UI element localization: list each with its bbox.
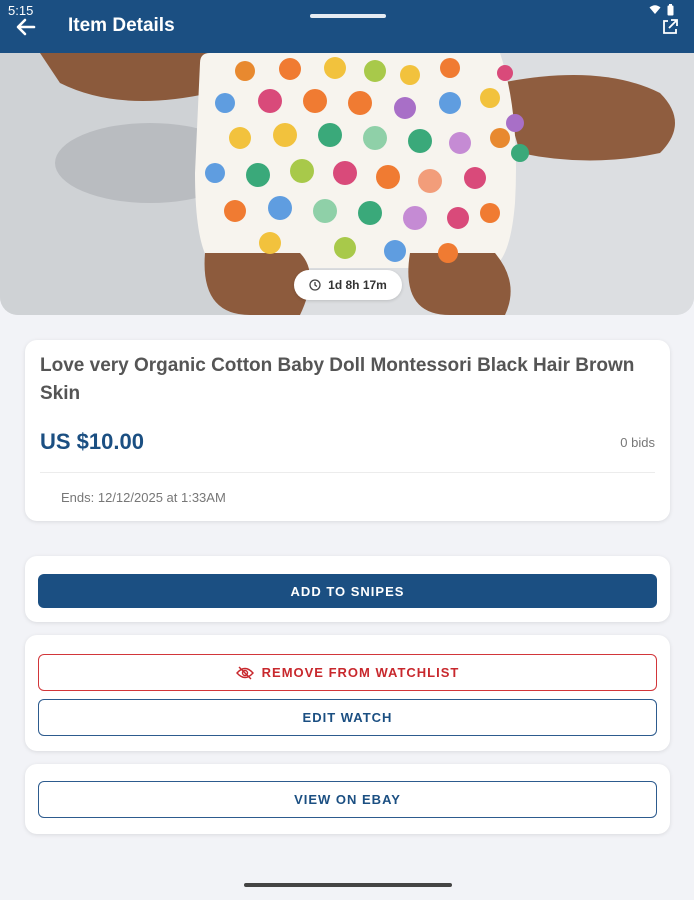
arrow-left-icon	[16, 18, 36, 36]
watch-card: REMOVE FROM WATCHLIST EDIT WATCH	[25, 635, 670, 751]
divider	[40, 472, 655, 473]
ebay-card: VIEW ON EBAY	[25, 764, 670, 834]
item-title: Love very Organic Cotton Baby Doll Monte…	[40, 355, 635, 404]
add-to-snipes-label: ADD TO SNIPES	[290, 583, 405, 599]
app-bar: 5:15 Item Details	[0, 0, 694, 53]
status-icons	[649, 4, 674, 16]
item-price: US $10.00	[40, 429, 144, 454]
time-left-text: 1d 8h 17m	[328, 278, 387, 292]
view-on-ebay-button[interactable]: VIEW ON EBAY	[38, 781, 657, 818]
edit-watch-label: EDIT WATCH	[302, 710, 393, 725]
page-title: Item Details	[68, 15, 175, 36]
open-external-button[interactable]	[660, 17, 682, 39]
end-time: Ends: 12/12/2025 at 1:33AM	[61, 490, 226, 505]
snipe-card: ADD TO SNIPES	[25, 556, 670, 622]
external-link-icon	[663, 19, 678, 34]
remove-from-watchlist-button[interactable]: REMOVE FROM WATCHLIST	[38, 654, 657, 691]
battery-icon	[667, 4, 674, 16]
remove-from-watchlist-label: REMOVE FROM WATCHLIST	[261, 665, 460, 680]
item-info-card: Love very Organic Cotton Baby Doll Monte…	[25, 340, 670, 521]
edit-watch-button[interactable]: EDIT WATCH	[38, 699, 657, 736]
notch-indicator	[310, 14, 386, 18]
bid-count: 0 bids	[620, 435, 655, 450]
clock-icon	[309, 279, 321, 291]
time-left-chip: 1d 8h 17m	[294, 270, 402, 300]
eye-off-icon	[235, 666, 254, 679]
add-to-snipes-button[interactable]: ADD TO SNIPES	[38, 574, 657, 608]
view-on-ebay-label: VIEW ON EBAY	[294, 792, 401, 807]
back-button[interactable]	[12, 14, 40, 40]
home-indicator[interactable]	[244, 883, 452, 887]
wifi-icon	[649, 5, 661, 14]
